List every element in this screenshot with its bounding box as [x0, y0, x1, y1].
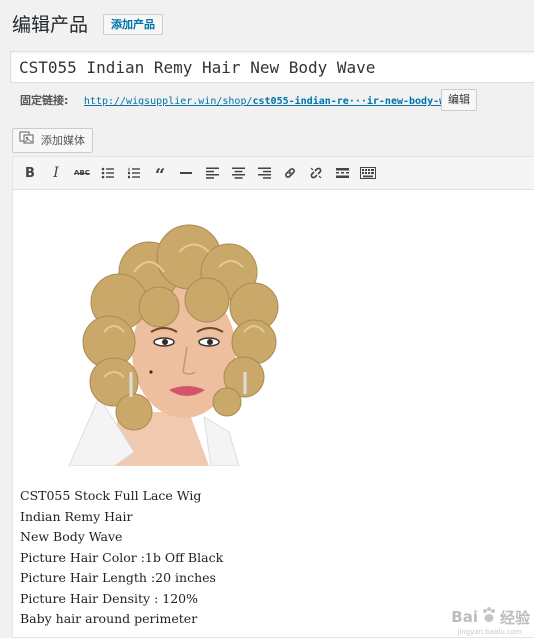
toolbar-toggle-icon[interactable]	[355, 160, 381, 186]
unlink-icon[interactable]	[303, 160, 329, 186]
read-more-icon[interactable]	[329, 160, 355, 186]
description-line: Picture Hair Density : 120%	[20, 590, 198, 606]
permalink-slug: cst055-indian-re···ir-new-body-wave/	[252, 96, 470, 107]
product-description: CST055 Stock Full Lace Wig Indian Remy H…	[20, 486, 223, 630]
description-line: Baby hair around perimeter	[20, 611, 198, 626]
link-icon[interactable]	[277, 160, 303, 186]
add-media-label: 添加媒体	[41, 134, 85, 147]
blockquote-icon[interactable]: “	[147, 157, 173, 189]
bold-icon[interactable]: B	[17, 160, 43, 186]
product-photo	[68, 224, 279, 466]
media-icon	[19, 129, 35, 152]
post-title-input[interactable]: CST055 Indian Remy Hair New Body Wave	[10, 51, 534, 83]
align-center-icon[interactable]	[225, 160, 251, 186]
edit-permalink-button[interactable]: 编辑	[441, 89, 477, 111]
watermark-suffix: 经验	[499, 608, 530, 627]
italic-icon[interactable]: I	[43, 160, 69, 186]
permalink-link[interactable]: http://wigsupplier.win/shop/cst055-india…	[84, 96, 469, 107]
watermark-sub: jingyan.baidu.com	[457, 628, 522, 636]
page-title: 编辑产品	[12, 14, 89, 36]
description-line: Picture Hair Length :20 inches	[20, 570, 216, 585]
horizontal-rule-icon[interactable]	[173, 160, 199, 186]
paw-icon	[480, 606, 498, 628]
permalink-label: 固定链接:	[20, 94, 69, 107]
permalink-base-url: http://wigsupplier.win/shop/	[83, 96, 253, 107]
numbered-list-icon[interactable]	[121, 160, 147, 186]
editor-toolbar: B I ABC “	[13, 157, 534, 190]
watermark: Bai 经验 jingyan.baidu.com	[451, 606, 530, 636]
content-editor[interactable]: B I ABC “ CST055 Stock Full Lace Wig Ind…	[12, 156, 534, 638]
strikethrough-icon[interactable]: ABC	[69, 160, 95, 186]
bullet-list-icon[interactable]	[95, 160, 121, 186]
description-line: New Body Wave	[20, 529, 123, 544]
align-left-icon[interactable]	[199, 160, 225, 186]
permalink-row: 固定链接: http://wigsupplier.win/shop/cst055…	[20, 92, 469, 110]
add-new-product-button[interactable]: 添加产品	[103, 14, 163, 35]
watermark-brand: Bai	[451, 608, 478, 626]
description-line: Picture Hair Color :1b Off Black	[20, 549, 224, 565]
description-line: CST055 Stock Full Lace Wig	[20, 488, 202, 503]
align-right-icon[interactable]	[251, 160, 277, 186]
description-line: Indian Remy Hair	[20, 508, 133, 524]
add-media-button[interactable]: 添加媒体	[12, 128, 93, 153]
editor-content[interactable]: CST055 Stock Full Lace Wig Indian Remy H…	[13, 190, 534, 637]
